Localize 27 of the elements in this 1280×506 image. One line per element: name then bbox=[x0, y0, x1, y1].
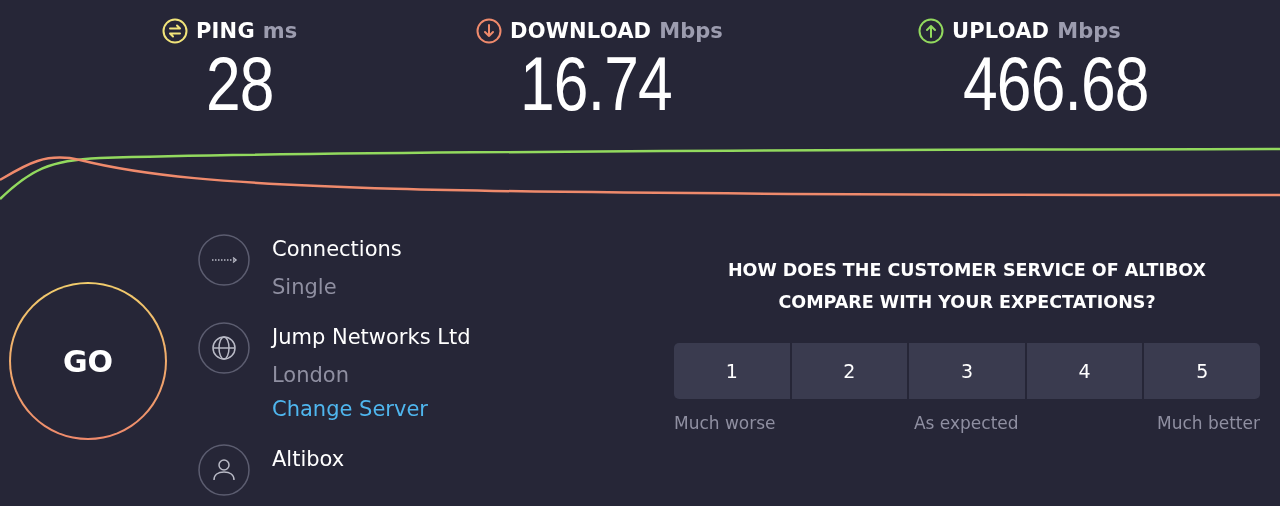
metric-label: PING bbox=[196, 19, 255, 43]
info-title: Jump Networks Ltd bbox=[272, 324, 471, 351]
metric-label: DOWNLOAD bbox=[510, 19, 652, 43]
rating-option[interactable]: 5 bbox=[1144, 343, 1260, 399]
scale-label: Much worse bbox=[674, 413, 776, 433]
go-button[interactable]: GO bbox=[9, 282, 167, 440]
metric-value: 466.68 bbox=[963, 44, 1149, 124]
scale-label: As expected bbox=[913, 413, 1019, 433]
change-server-link[interactable]: Change Server bbox=[272, 394, 471, 424]
survey-question: HOW DOES THE CUSTOMER SERVICE OF ALTIBOX COMPARE WITH YOUR EXPECTATIONS? bbox=[726, 259, 1208, 314]
metric-value: 28 bbox=[206, 44, 274, 124]
rating-option[interactable]: 2 bbox=[791, 343, 908, 399]
metric-value: 16.74 bbox=[520, 44, 672, 124]
info-subtitle: Single bbox=[272, 274, 338, 301]
metric-unit: Mbps bbox=[659, 19, 723, 43]
info-title: Connections bbox=[272, 236, 402, 263]
person-icon bbox=[198, 444, 250, 496]
metric-unit: Mbps bbox=[1057, 19, 1121, 43]
scale-label: Much better bbox=[1157, 413, 1260, 433]
globe-icon bbox=[198, 322, 250, 374]
info-title: Altibox bbox=[272, 446, 345, 473]
metric-unit: ms bbox=[262, 19, 298, 43]
rating-option[interactable]: 3 bbox=[909, 343, 1025, 399]
rating-option[interactable]: 1 bbox=[674, 343, 790, 399]
info-subtitle: London bbox=[272, 362, 350, 389]
metric-label: UPLOAD bbox=[952, 19, 1050, 43]
rating-option[interactable]: 4 bbox=[1026, 343, 1143, 399]
